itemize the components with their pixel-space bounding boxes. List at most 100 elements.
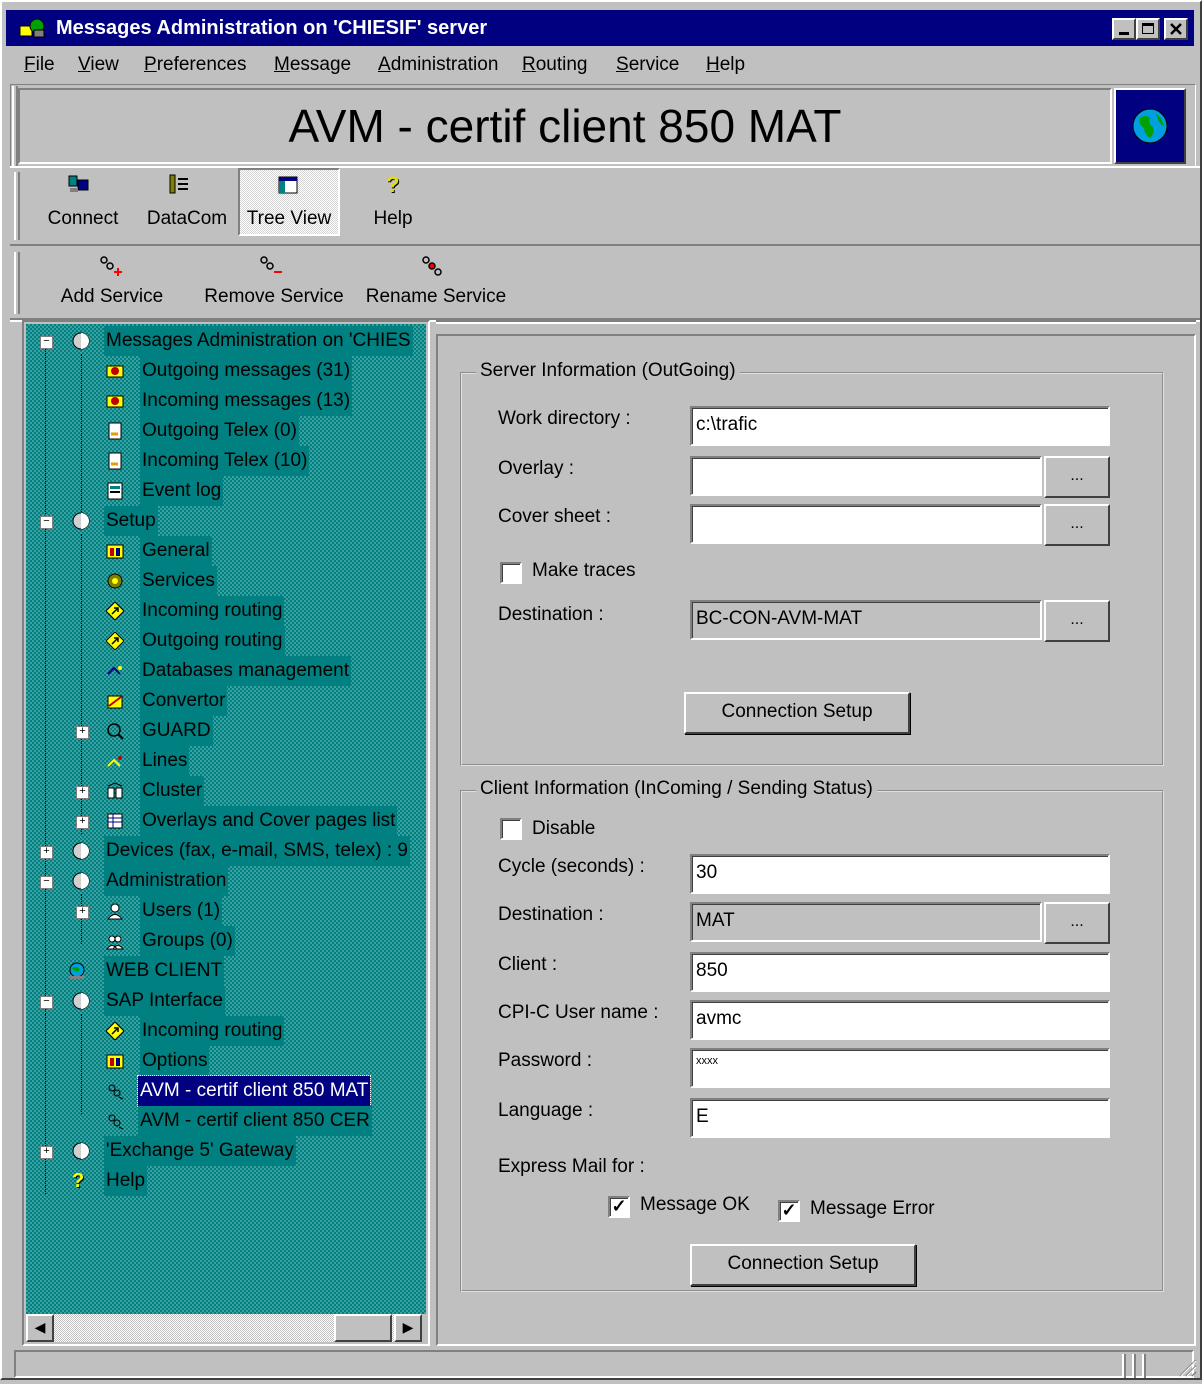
tree-node-sap-cer[interactable]: AVM - certif client 850 CER	[26, 1106, 426, 1136]
title-bar[interactable]: Messages Administration on 'CHIESIF' ser…	[6, 10, 1194, 46]
help-button[interactable]: ? Help	[360, 172, 426, 236]
remove-service-button[interactable]: Remove Service	[196, 252, 352, 314]
expand-icon[interactable]: +	[76, 906, 89, 919]
tree-node-cluster[interactable]: + Cluster	[26, 776, 426, 806]
guard-icon	[107, 723, 124, 740]
tree-node-outgoing-telex[interactable]: Outgoing Telex (0)	[26, 416, 426, 446]
collapse-icon[interactable]: −	[40, 336, 53, 349]
expand-icon[interactable]: +	[76, 726, 89, 739]
tree-node-devices[interactable]: + Devices (fax, e-mail, SMS, telex) : 9	[26, 836, 426, 866]
tree-node-users[interactable]: + Users (1)	[26, 896, 426, 926]
menu-service[interactable]: Service	[616, 54, 679, 76]
tree-node-databases[interactable]: Databases management	[26, 656, 426, 686]
resize-grip-icon	[1122, 1354, 1197, 1378]
server-connection-setup-button[interactable]: Connection Setup	[684, 692, 910, 734]
tree-node-outgoing-routing[interactable]: Outgoing routing	[26, 626, 426, 656]
help-icon: ?	[72, 1170, 85, 1192]
client-destination-browse-button[interactable]: ...	[1044, 902, 1110, 944]
globe-button[interactable]	[1114, 88, 1186, 164]
tree-node-root[interactable]: − Messages Administration on 'CHIES	[26, 326, 426, 356]
cpic-user-input[interactable]: avmc	[690, 1000, 1110, 1040]
tree-node-web-client[interactable]: WEB CLIENT	[26, 956, 426, 986]
service-toolbar-grip	[14, 252, 20, 314]
tree-node-incoming-routing[interactable]: Incoming routing	[26, 596, 426, 626]
status-bar	[14, 1350, 1194, 1378]
collapse-icon[interactable]: −	[40, 876, 53, 889]
tree-node-help[interactable]: ? Help	[26, 1166, 426, 1196]
menu-preferences[interactable]: Preferences	[144, 54, 246, 76]
menu-help[interactable]: Help	[706, 54, 745, 76]
tree-node-general[interactable]: General	[26, 536, 426, 566]
tree-label: Users (1)	[140, 896, 223, 926]
tree-node-exchange[interactable]: + 'Exchange 5' Gateway	[26, 1136, 426, 1166]
message-error-label: Message Error	[810, 1198, 935, 1219]
connect-button[interactable]: Connect	[40, 172, 126, 236]
globe-icon	[1132, 108, 1168, 144]
rename-service-button[interactable]: Rename Service	[358, 252, 514, 314]
expand-icon[interactable]: +	[76, 786, 89, 799]
client-input[interactable]: 850	[690, 952, 1110, 992]
tree-node-setup[interactable]: − Setup	[26, 506, 426, 536]
tree-horizontal-scrollbar[interactable]: ◀ ▶	[26, 1314, 426, 1342]
language-input[interactable]: E	[690, 1098, 1110, 1138]
rename-service-label: Rename Service	[365, 286, 507, 307]
password-input[interactable]: xxxx	[690, 1048, 1110, 1088]
menu-administration[interactable]: Administration	[378, 54, 498, 76]
tree-node-lines[interactable]: Lines	[26, 746, 426, 776]
lines-icon	[107, 756, 122, 767]
tree-node-event-log[interactable]: Event log	[26, 476, 426, 506]
tree-node-incoming-messages[interactable]: Incoming messages (13)	[26, 386, 426, 416]
tree-label: Outgoing routing	[140, 626, 285, 656]
devices-icon	[72, 842, 90, 860]
connect-label: Connect	[47, 208, 119, 229]
expand-icon[interactable]: +	[40, 1146, 53, 1159]
datacom-button[interactable]: DataCom	[140, 172, 234, 236]
cover-sheet-browse-button[interactable]: ...	[1044, 504, 1110, 546]
tree-node-outgoing-messages[interactable]: Outgoing messages (31)	[26, 356, 426, 386]
scroll-right-button[interactable]: ▶	[394, 1314, 422, 1342]
menu-file[interactable]: File	[24, 54, 55, 76]
cover-sheet-input[interactable]	[690, 504, 1042, 544]
cycle-input[interactable]: 30	[690, 854, 1110, 894]
collapse-icon[interactable]: −	[40, 516, 53, 529]
overlay-input[interactable]	[690, 456, 1042, 496]
tree-node-convertor[interactable]: Convertor	[26, 686, 426, 716]
tree-view[interactable]: − Messages Administration on 'CHIES Outg…	[26, 324, 426, 1314]
expand-icon[interactable]: +	[40, 846, 53, 859]
tree-node-sap-mat[interactable]: AVM - certif client 850 MAT	[26, 1075, 426, 1107]
message-error-checkbox[interactable]: ✓	[778, 1200, 800, 1222]
maximize-button[interactable]	[1136, 18, 1160, 40]
message-ok-checkbox[interactable]: ✓	[608, 1196, 630, 1218]
server-destination-browse-button[interactable]: ...	[1044, 600, 1110, 642]
scroll-left-button[interactable]: ◀	[26, 1314, 54, 1342]
close-button[interactable]	[1164, 18, 1188, 40]
disable-checkbox[interactable]	[500, 818, 522, 840]
make-traces-checkbox[interactable]	[500, 562, 522, 584]
add-service-button[interactable]: Add Service	[52, 252, 172, 314]
tree-node-sap-interface[interactable]: − SAP Interface	[26, 986, 426, 1016]
tree-node-guard[interactable]: + GUARD	[26, 716, 426, 746]
tree-node-overlays[interactable]: + Overlays and Cover pages list	[26, 806, 426, 836]
scrollbar-thumb[interactable]	[334, 1314, 392, 1342]
tree-node-sap-incoming-routing[interactable]: Incoming routing	[26, 1016, 426, 1046]
event-log-icon	[107, 482, 123, 500]
tree-view-button[interactable]: Tree View	[238, 168, 340, 236]
tree-label: Incoming Telex (10)	[140, 446, 310, 476]
menu-view[interactable]: View	[78, 54, 119, 76]
tree-node-groups[interactable]: Groups (0)	[26, 926, 426, 956]
menu-message[interactable]: Message	[274, 54, 351, 76]
collapse-icon[interactable]: −	[40, 996, 53, 1009]
tree-node-sap-options[interactable]: Options	[26, 1046, 426, 1076]
tree-node-services[interactable]: Services	[26, 566, 426, 596]
work-directory-input[interactable]: c:\trafic	[690, 406, 1110, 446]
server-destination-field: BC-CON-AVM-MAT	[690, 600, 1042, 640]
tree-label: 'Exchange 5' Gateway	[104, 1136, 296, 1166]
tree-node-administration[interactable]: − Administration	[26, 866, 426, 896]
minimize-button[interactable]	[1112, 18, 1136, 40]
expand-icon[interactable]: +	[76, 816, 89, 829]
overlay-browse-button[interactable]: ...	[1044, 456, 1110, 498]
tree-node-incoming-telex[interactable]: Incoming Telex (10)	[26, 446, 426, 476]
menu-routing[interactable]: Routing	[522, 54, 588, 76]
client-connection-setup-button[interactable]: Connection Setup	[690, 1244, 916, 1286]
resize-grip[interactable]	[1118, 1352, 1198, 1378]
